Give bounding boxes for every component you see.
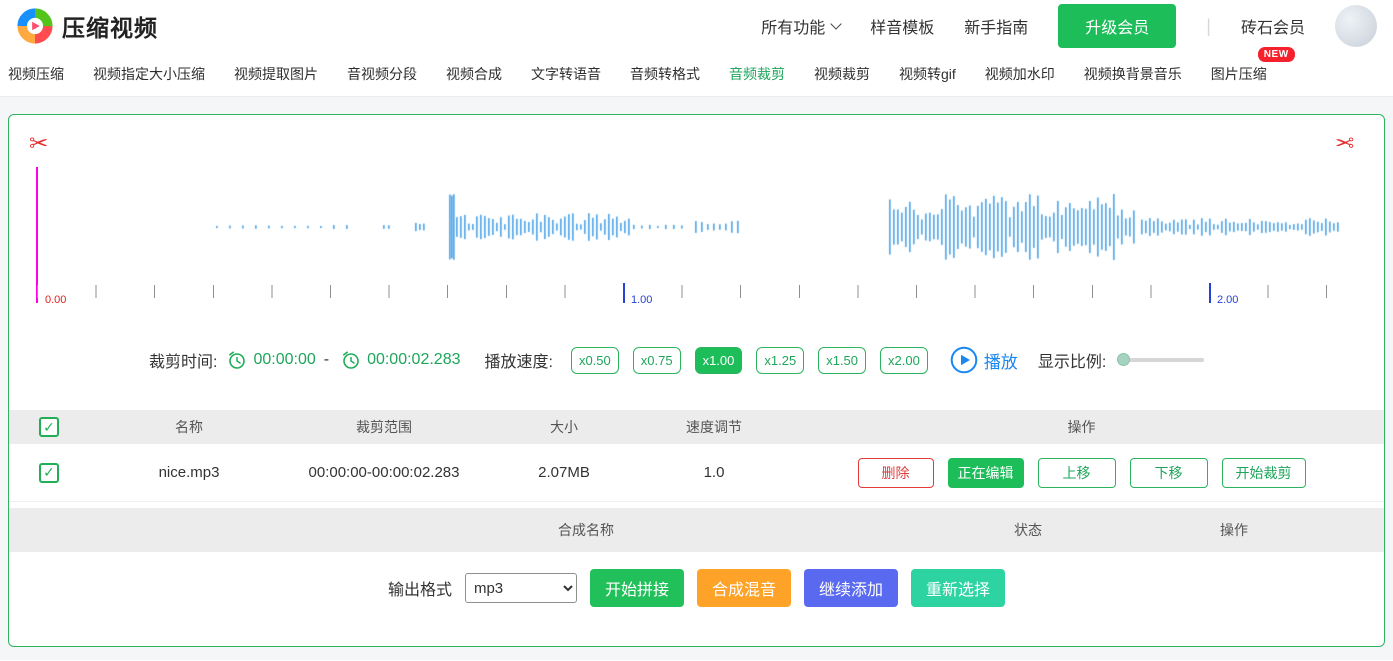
crop-start-scissors-icon[interactable]: ✂ [29, 133, 48, 156]
new-badge: NEW [1257, 47, 1295, 62]
play-button[interactable]: 播放 [950, 346, 1018, 374]
col-speed: 速度调节 [686, 419, 742, 435]
top-nav: 所有功能 样音模板 新手指南 升级会员 | 砖石会员 [761, 4, 1377, 48]
chevron-down-icon [830, 18, 842, 30]
col-merge-status: 状态 [1014, 522, 1042, 538]
file-table-header: ✓ 名称 裁剪范围 大小 速度调节 操作 [9, 410, 1384, 444]
col-actions: 操作 [1067, 419, 1096, 435]
tab-video-bgm[interactable]: 视频换背景音乐 [1084, 64, 1182, 84]
logo-icon [17, 8, 53, 44]
tab-video-extract-images[interactable]: 视频提取图片 [234, 64, 318, 84]
speed-x125-button[interactable]: x1.25 [756, 346, 805, 374]
start-splice-button[interactable]: 开始拼接 [589, 569, 684, 607]
speed-x075-button[interactable]: x0.75 [632, 346, 681, 374]
tab-video-size-compress[interactable]: 视频指定大小压缩 [93, 64, 205, 84]
user-avatar[interactable] [1335, 5, 1377, 47]
file-name: nice.mp3 [158, 464, 220, 481]
start-time-clock-icon [229, 351, 246, 369]
delete-button[interactable]: 删除 [857, 457, 934, 488]
editing-button[interactable]: 正在编辑 [947, 457, 1024, 488]
speed-x050-button[interactable]: x0.50 [570, 346, 619, 374]
waveform[interactable] [37, 163, 1357, 291]
crop-time-label: 裁剪时间: [149, 354, 218, 371]
audio-crop-panel: ✂ ✂ 0.00 1.00 2.00 裁剪时间: 00:00:00 - 00:0… [8, 114, 1385, 647]
file-crop-range: 00:00:00-00:00:02.283 [308, 464, 460, 481]
output-format-select[interactable]: mp3 [464, 573, 577, 603]
move-up-button[interactable]: 上移 [1037, 457, 1116, 488]
nav-divider: | [1206, 15, 1211, 36]
tab-video-to-gif[interactable]: 视频转gif [899, 64, 956, 84]
waveform-editor: ✂ ✂ 0.00 1.00 2.00 [9, 115, 1384, 311]
ruler-label-1: 1.00 [631, 294, 653, 306]
tab-video-merge[interactable]: 视频合成 [446, 64, 502, 84]
nav-beginner-guide[interactable]: 新手指南 [964, 14, 1028, 38]
play-icon [950, 346, 978, 374]
play-label: 播放 [983, 352, 1018, 372]
ruler-label-0: 0.00 [45, 294, 67, 306]
output-controls: 输出格式 mp3 开始拼接 合成混音 继续添加 重新选择 [9, 569, 1384, 607]
output-format-label: 输出格式 [387, 582, 452, 599]
tick-2s [1209, 283, 1211, 303]
logo[interactable]: 压缩视频 [16, 7, 158, 45]
tab-audio-crop[interactable]: 音频裁剪 [729, 64, 785, 84]
tab-av-segment[interactable]: 音视频分段 [347, 64, 417, 84]
crop-start-time: 00:00:00 [253, 351, 316, 368]
upgrade-member-button[interactable]: 升级会员 [1058, 4, 1177, 48]
col-merge-name: 合成名称 [558, 522, 614, 538]
content-area: ✂ ✂ 0.00 1.00 2.00 裁剪时间: 00:00:00 - 00:0… [0, 97, 1393, 660]
tab-video-compress[interactable]: 视频压缩 [8, 64, 64, 84]
col-merge-actions: 操作 [1220, 522, 1248, 538]
speed-x100-button[interactable]: x1.00 [694, 346, 743, 374]
feature-tabs: 视频压缩 视频指定大小压缩 视频提取图片 音视频分段 视频合成 文字转语音 音频… [0, 47, 1393, 97]
playback-controls: 裁剪时间: 00:00:00 - 00:00:02.283 播放速度: x0.5… [9, 342, 1384, 378]
tab-audio-convert[interactable]: 音频转格式 [630, 64, 700, 84]
speed-label: 播放速度: [484, 354, 553, 371]
nav-all-features[interactable]: 所有功能 [761, 14, 842, 38]
tick-1s [623, 283, 625, 303]
tab-image-compress[interactable]: 图片压缩 NEW [1210, 47, 1295, 84]
tab-video-crop[interactable]: 视频裁剪 [814, 64, 870, 84]
display-ratio-label: 显示比例: [1037, 354, 1107, 371]
playhead[interactable] [36, 167, 38, 303]
crop-end-scissors-icon[interactable]: ✂ [1335, 131, 1354, 157]
nav-all-features-label: 所有功能 [761, 20, 826, 37]
row-checkbox[interactable]: ✓ [39, 462, 59, 483]
move-down-button[interactable]: 下移 [1129, 457, 1208, 488]
file-size: 2.07MB [538, 464, 590, 481]
nav-sample-templates[interactable]: 样音模板 [870, 14, 934, 38]
add-more-button[interactable]: 继续添加 [804, 569, 899, 607]
logo-text: 压缩视频 [62, 15, 158, 41]
zoom-slider[interactable] [1117, 353, 1205, 366]
row-actions: 删除 正在编辑 上移 下移 开始裁剪 [779, 457, 1384, 488]
time-separator: - [323, 351, 330, 368]
tab-text-to-speech[interactable]: 文字转语音 [531, 64, 601, 84]
zoom-slider-knob[interactable] [1117, 353, 1131, 366]
timeline-ruler[interactable]: 0.00 1.00 2.00 [37, 283, 1353, 306]
speed-x200-button[interactable]: x2.00 [880, 346, 928, 374]
end-time-clock-icon [343, 351, 359, 369]
start-crop-button[interactable]: 开始裁剪 [1221, 457, 1306, 488]
col-name: 名称 [175, 419, 203, 435]
select-all-checkbox[interactable]: ✓ [39, 417, 59, 437]
col-size: 大小 [550, 419, 578, 435]
tab-image-compress-label: 图片压缩 [1210, 66, 1267, 82]
membership-label[interactable]: 砖石会员 [1241, 14, 1305, 38]
ruler-label-2: 2.00 [1217, 294, 1239, 306]
speed-x150-button[interactable]: x1.50 [818, 346, 866, 374]
merge-table-header: 合成名称 状态 操作 [9, 508, 1384, 552]
page: 压缩视频 所有功能 样音模板 新手指南 升级会员 | 砖石会员 视频压缩 视频指… [0, 0, 1393, 661]
file-table-row: ✓ nice.mp3 00:00:00-00:00:02.283 2.07MB … [9, 444, 1384, 502]
top-header: 压缩视频 所有功能 样音模板 新手指南 升级会员 | 砖石会员 [0, 0, 1393, 52]
tab-video-watermark[interactable]: 视频加水印 [985, 64, 1055, 84]
col-range: 裁剪范围 [356, 419, 412, 435]
crop-end-time: 00:00:02.283 [367, 351, 461, 368]
reselect-button[interactable]: 重新选择 [911, 569, 1006, 607]
file-speed: 1.0 [703, 464, 725, 481]
mix-button[interactable]: 合成混音 [696, 569, 791, 607]
